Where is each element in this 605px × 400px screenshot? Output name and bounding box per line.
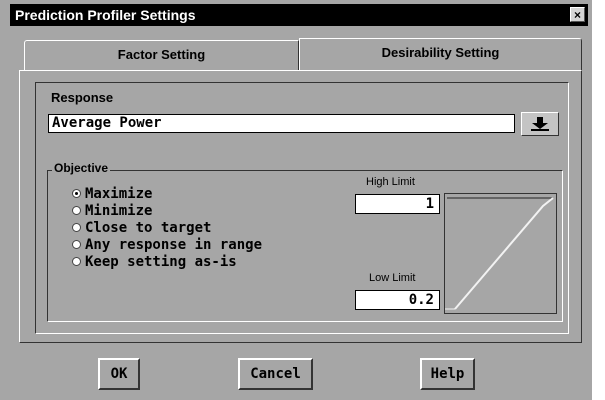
cancel-button[interactable]: Cancel: [238, 358, 313, 390]
close-button[interactable]: ×: [570, 7, 585, 22]
radio-label: Minimize: [85, 203, 153, 219]
radio-minimize[interactable]: Minimize: [72, 203, 152, 219]
low-limit-field[interactable]: 0.2: [355, 290, 440, 310]
title-bar: Prediction Profiler Settings ×: [10, 4, 588, 26]
response-dropdown-button[interactable]: [521, 112, 559, 136]
help-button[interactable]: Help: [420, 358, 475, 390]
desirability-plot[interactable]: [444, 193, 557, 314]
low-limit-label: Low Limit: [369, 272, 416, 284]
radio-maximize[interactable]: Maximize: [72, 186, 152, 202]
objective-label: Objective: [52, 161, 111, 175]
response-field[interactable]: Average Power: [48, 114, 515, 133]
radio-any-response-in-range[interactable]: Any response in range: [72, 237, 262, 253]
response-label: Response: [51, 90, 114, 105]
radio-label: Close to target: [85, 220, 212, 236]
window-title: Prediction Profiler Settings: [15, 7, 196, 23]
ok-button[interactable]: OK: [98, 358, 140, 390]
high-limit-label: High Limit: [366, 176, 415, 188]
high-limit-field[interactable]: 1: [355, 194, 440, 214]
radio-close-to-target[interactable]: Close to target: [72, 220, 211, 236]
arrow-down-icon: [531, 117, 549, 131]
radio-unselected-icon: [72, 206, 81, 215]
radio-unselected-icon: [72, 240, 81, 249]
radio-label: Maximize: [85, 186, 153, 202]
prediction-profiler-dialog: Prediction Profiler Settings × Factor Se…: [0, 0, 592, 400]
radio-label: Keep setting as-is: [85, 254, 237, 270]
radio-selected-icon: [72, 189, 81, 198]
radio-label: Any response in range: [85, 237, 263, 253]
radio-unselected-icon: [72, 223, 81, 232]
radio-keep-setting[interactable]: Keep setting as-is: [72, 254, 237, 270]
tab-factor-setting[interactable]: Factor Setting: [24, 40, 299, 70]
radio-unselected-icon: [72, 257, 81, 266]
tab-desirability-setting[interactable]: Desirability Setting: [299, 38, 582, 71]
desirability-curve: [445, 197, 554, 310]
